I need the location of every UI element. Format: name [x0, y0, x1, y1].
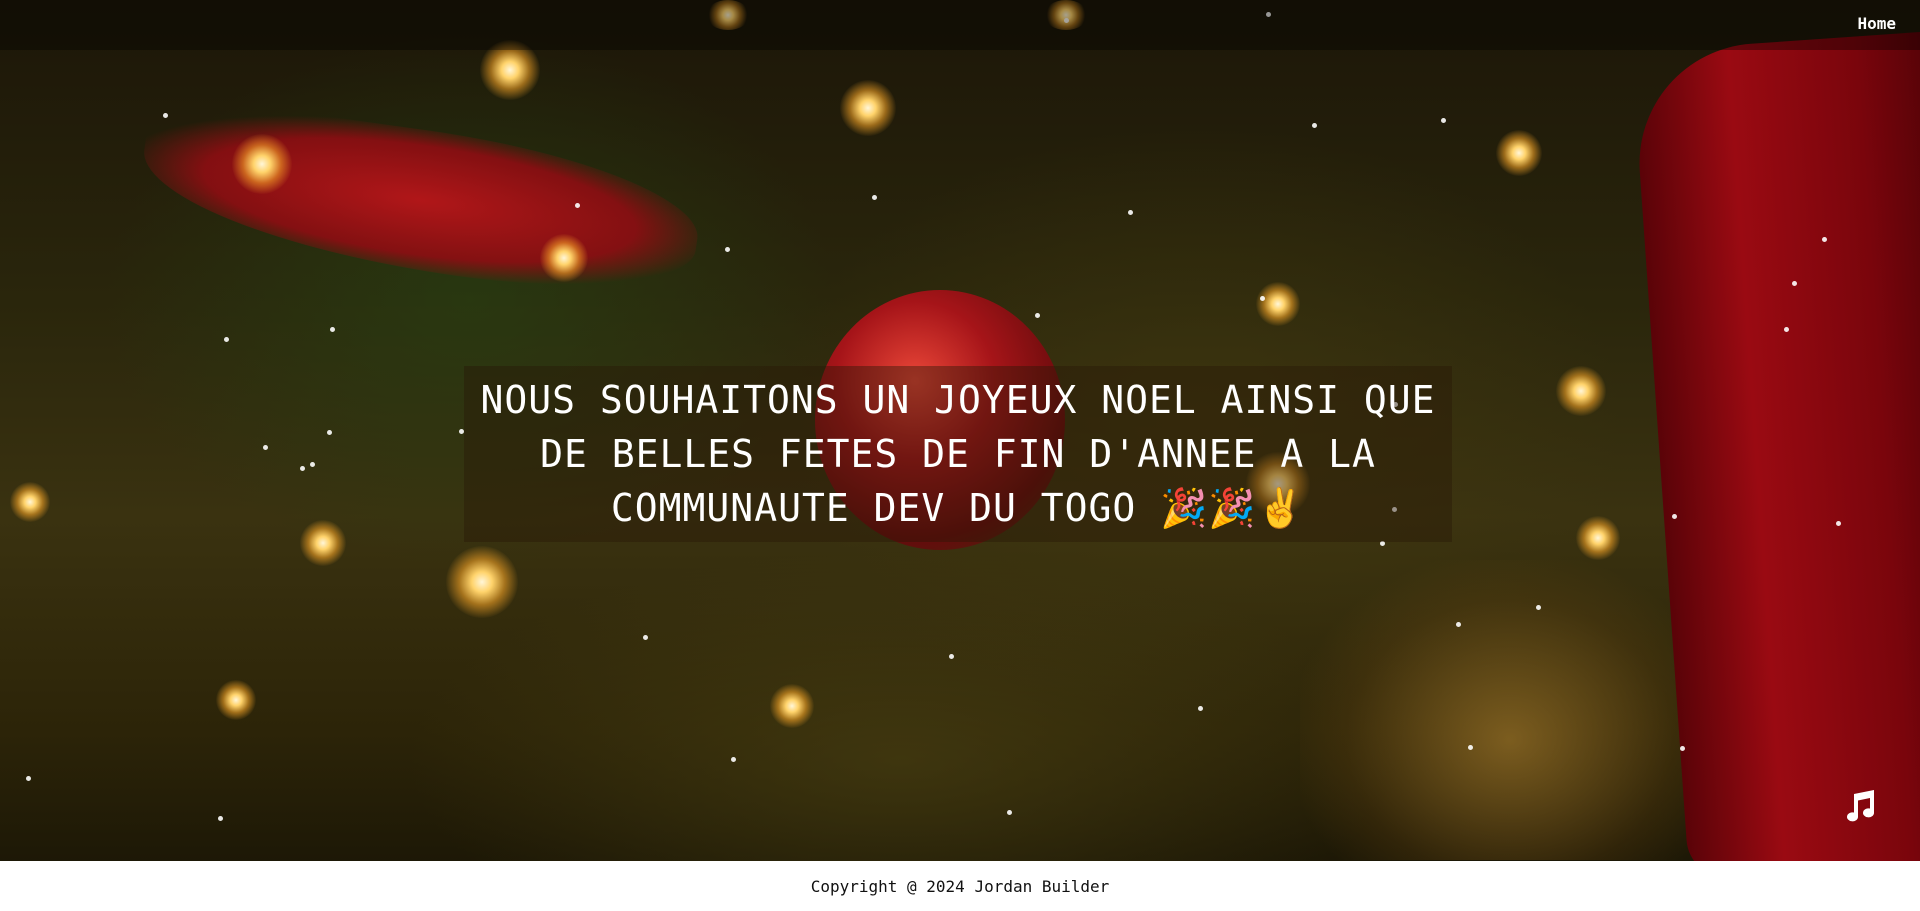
snowflake	[1836, 521, 1841, 526]
fairy-light	[1576, 516, 1620, 560]
fairy-light	[770, 684, 814, 728]
fairy-light	[1256, 282, 1300, 326]
greeting-message: NOUS SOUHAITONS UN JOYEUX NOEL AINSI QUE…	[480, 378, 1436, 530]
snowflake	[1007, 810, 1012, 815]
snowflake	[1456, 622, 1461, 627]
fairy-light	[232, 134, 292, 194]
music-note-icon	[1847, 790, 1874, 822]
snowflake	[300, 466, 305, 471]
snowflake	[949, 654, 954, 659]
snowflake	[872, 195, 877, 200]
snowflake	[263, 445, 268, 450]
snowflake	[1468, 745, 1473, 750]
snowflake	[1792, 281, 1797, 286]
snowflake	[1672, 514, 1677, 519]
snowflake	[330, 327, 335, 332]
snowflake	[725, 247, 730, 252]
fairy-light	[540, 234, 588, 282]
fairy-light	[1556, 366, 1606, 416]
snowflake	[1822, 237, 1827, 242]
red-ribbon-decoration	[132, 91, 708, 309]
fairy-light	[840, 80, 896, 136]
snowflake	[218, 816, 223, 821]
snowflake	[327, 430, 332, 435]
greeting-banner: NOUS SOUHAITONS UN JOYEUX NOEL AINSI QUE…	[464, 366, 1452, 542]
snowflake	[224, 337, 229, 342]
snowflake	[731, 757, 736, 762]
snowflake	[1128, 210, 1133, 215]
snowflake	[643, 635, 648, 640]
snowflake	[575, 203, 580, 208]
snowflake	[310, 462, 315, 467]
page: Home NOUS SOUHAITONS UN JOYEUX NOEL AINS…	[0, 0, 1920, 911]
top-navbar: Home	[0, 0, 1920, 50]
snowflake	[1260, 296, 1265, 301]
gold-leaves-decoration	[1300, 560, 1720, 860]
nav-home-link[interactable]: Home	[1857, 14, 1896, 33]
snowflake	[163, 113, 168, 118]
snowflake	[1035, 313, 1040, 318]
snowflake	[1441, 118, 1446, 123]
snowflake	[1198, 706, 1203, 711]
fairy-light	[10, 482, 50, 522]
copyright-text: Copyright @ 2024 Jordan Builder	[810, 876, 1110, 896]
fairy-light	[446, 546, 518, 618]
fairy-light	[216, 680, 256, 720]
fairy-light	[1496, 130, 1542, 176]
fairy-light	[300, 520, 346, 566]
snowflake	[1536, 605, 1541, 610]
snowflake	[1312, 123, 1317, 128]
snowflake	[1680, 746, 1685, 751]
footer: Copyright @ 2024 Jordan Builder	[0, 861, 1920, 911]
snowflake	[26, 776, 31, 781]
snowflake	[1784, 327, 1789, 332]
music-toggle-button[interactable]	[1840, 786, 1880, 826]
